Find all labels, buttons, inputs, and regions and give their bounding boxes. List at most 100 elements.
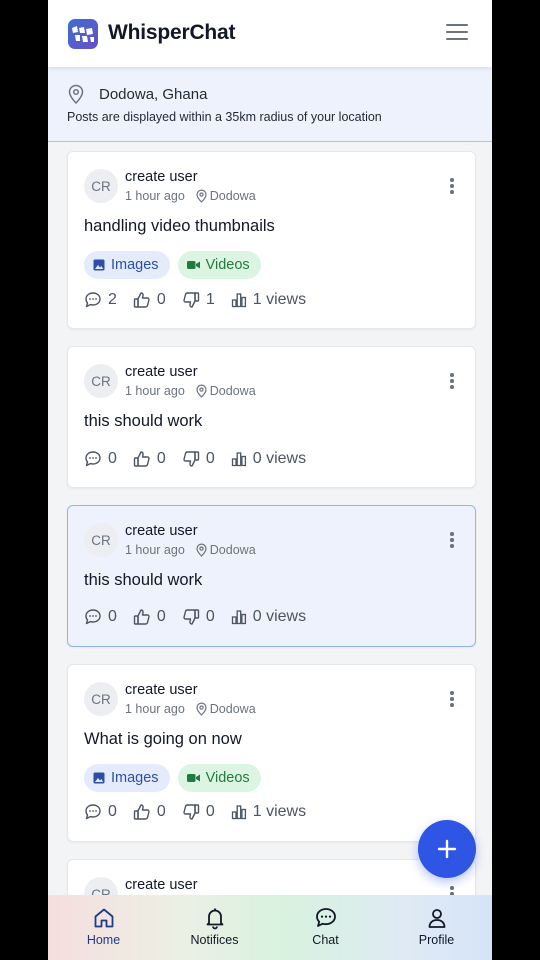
post-text: this should work — [84, 412, 203, 430]
map-pin-icon — [195, 543, 208, 557]
images-tag[interactable]: Images — [84, 251, 170, 279]
app-title: WhisperChat — [108, 21, 236, 44]
avatar: CR — [84, 523, 118, 557]
home-icon — [94, 908, 113, 928]
bar-chart-icon — [231, 610, 246, 625]
post-options-button[interactable] — [449, 886, 455, 895]
nav-home-label: Home — [86, 933, 121, 947]
videos-tag-label: Videos — [205, 257, 250, 273]
post-text: handling video thumbnails — [84, 217, 275, 235]
post-place: Dodowa — [209, 189, 256, 203]
comment-icon — [85, 292, 101, 308]
images-tag-label: Images — [111, 770, 159, 786]
map-pin-icon — [195, 702, 208, 716]
thumbs-down-icon — [183, 451, 200, 467]
post-author[interactable]: create user — [125, 169, 198, 185]
thumbs-down-icon — [183, 292, 200, 308]
thumbs-up-icon — [133, 451, 150, 467]
post-place: Dodowa — [209, 543, 256, 557]
chat-icon — [315, 908, 336, 927]
dislike-button[interactable]: 1 — [182, 291, 215, 309]
post-stats: 2 0 1 1 views — [84, 291, 306, 309]
post-place: Dodowa — [209, 702, 256, 716]
post-stats: 0 0 0 1 views — [84, 803, 306, 821]
nav-profile-label: Profile — [418, 933, 455, 947]
post-time: 1 hour ago — [125, 189, 185, 203]
nav-profile[interactable]: Profile — [381, 895, 492, 960]
post-time: 1 hour ago — [125, 702, 185, 716]
avatar: CR — [84, 169, 118, 203]
view-count: 1 views — [231, 291, 306, 309]
post-author[interactable]: create user — [125, 364, 198, 380]
image-icon — [93, 259, 105, 271]
like-button[interactable]: 0 — [133, 803, 166, 821]
post-meta: 1 hour ago Dodowa — [125, 384, 256, 398]
comment-icon — [85, 451, 101, 467]
post-card[interactable]: CR create user — [67, 859, 476, 895]
avatar: CR — [84, 364, 118, 398]
bell-icon — [206, 908, 223, 930]
location-radius-note: Posts are displayed within a 35km radius… — [67, 110, 382, 124]
post-time: 1 hour ago — [125, 543, 185, 557]
app-header: WhisperChat — [48, 0, 492, 67]
image-icon — [93, 772, 105, 784]
post-options-button[interactable] — [449, 178, 455, 194]
post-text: this should work — [84, 571, 203, 589]
dislike-button[interactable]: 0 — [182, 608, 215, 626]
video-icon — [186, 774, 200, 782]
nav-chat-label: Chat — [312, 933, 339, 947]
post-time: 1 hour ago — [125, 384, 185, 398]
post-card[interactable]: CR create user 1 hour ago Dodowa this sh… — [67, 346, 476, 488]
comment-icon — [85, 609, 101, 625]
view-count: 0 views — [231, 450, 306, 468]
view-count: 0 views — [231, 608, 306, 626]
post-card-selected[interactable]: CR create user 1 hour ago Dodowa this sh… — [67, 505, 476, 647]
post-author[interactable]: create user — [125, 682, 198, 698]
video-icon — [186, 261, 200, 269]
post-card[interactable]: CR create user 1 hour ago Dodowa handlin… — [67, 151, 476, 329]
post-options-button[interactable] — [449, 691, 455, 707]
avatar: CR — [84, 877, 118, 895]
dislike-button[interactable]: 0 — [182, 450, 215, 468]
comment-count[interactable]: 0 — [84, 450, 117, 468]
like-button[interactable]: 0 — [133, 291, 166, 309]
bar-chart-icon — [231, 452, 246, 467]
post-author[interactable]: create user — [125, 877, 198, 893]
videos-tag[interactable]: Videos — [177, 251, 261, 279]
dislike-button[interactable]: 0 — [182, 803, 215, 821]
comment-icon — [85, 804, 101, 820]
thumbs-down-icon — [183, 804, 200, 820]
post-meta: 1 hour ago Dodowa — [125, 543, 256, 557]
post-options-button[interactable] — [449, 532, 455, 548]
post-stats: 0 0 0 0 views — [84, 608, 306, 626]
post-place: Dodowa — [209, 384, 256, 398]
nav-notifications-label: Notifices — [190, 933, 239, 947]
images-tag[interactable]: Images — [84, 764, 170, 792]
comment-count[interactable]: 2 — [84, 291, 117, 309]
post-author[interactable]: create user — [125, 523, 198, 539]
bar-chart-icon — [231, 293, 246, 308]
comment-count[interactable]: 0 — [84, 608, 117, 626]
nav-chat[interactable]: Chat — [270, 895, 381, 960]
location-banner: Dodowa, Ghana Posts are displayed within… — [48, 67, 492, 142]
create-post-button[interactable] — [418, 820, 476, 878]
menu-button[interactable] — [446, 24, 468, 42]
comment-count[interactable]: 0 — [84, 803, 117, 821]
bar-chart-icon — [231, 805, 246, 820]
post-meta: 1 hour ago Dodowa — [125, 702, 256, 716]
plus-icon — [437, 839, 457, 859]
like-button[interactable]: 0 — [133, 608, 166, 626]
thumbs-up-icon — [133, 804, 150, 820]
post-options-button[interactable] — [449, 373, 455, 389]
avatar: CR — [84, 682, 118, 716]
nav-notifications[interactable]: Notifices — [159, 895, 270, 960]
post-feed[interactable]: CR create user 1 hour ago Dodowa handlin… — [48, 143, 492, 895]
post-meta: 1 hour ago Dodowa — [125, 189, 256, 203]
post-card[interactable]: CR create user 1 hour ago Dodowa What is… — [67, 664, 476, 842]
like-button[interactable]: 0 — [133, 450, 166, 468]
view-count: 1 views — [231, 803, 306, 821]
videos-tag[interactable]: Videos — [177, 764, 261, 792]
nav-home[interactable]: Home — [48, 895, 159, 960]
thumbs-down-icon — [183, 609, 200, 625]
post-stats: 0 0 0 0 views — [84, 450, 306, 468]
